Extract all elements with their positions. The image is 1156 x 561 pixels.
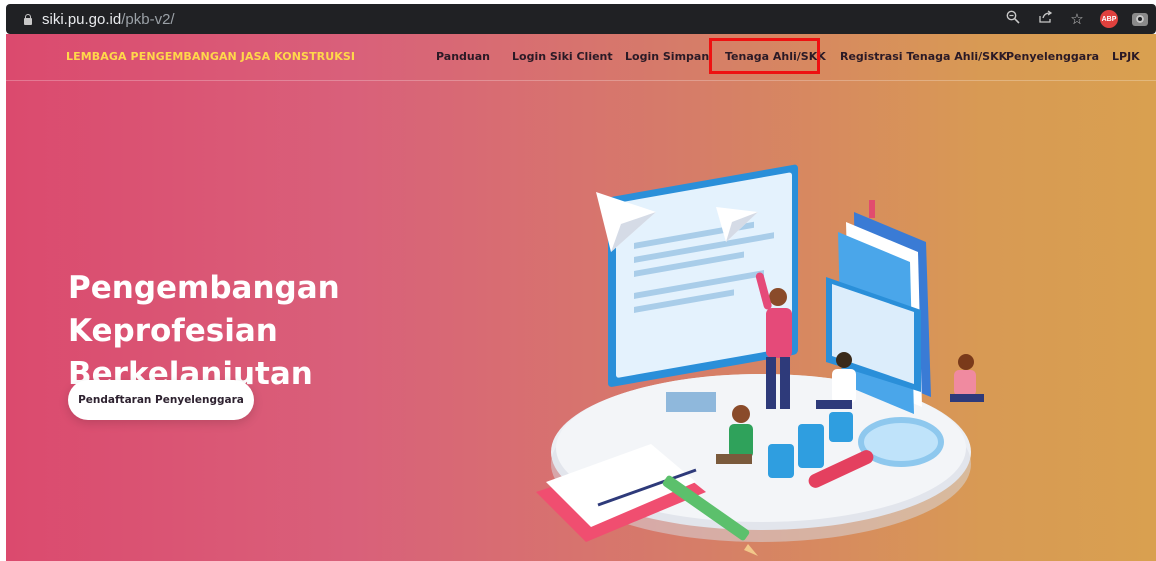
nav-item-login-siki-client[interactable]: Login Siki Client [512,50,613,63]
url-path: /pkb-v2/ [121,10,175,28]
hero-title: Pengembangan Keprofesian Berkelanjutan [68,267,528,396]
nav-item-penyelenggara[interactable]: Penyelenggara [1006,50,1099,63]
url-text[interactable]: siki.pu.go.id/pkb-v2/ [42,11,175,28]
bookmark-star-icon[interactable]: ☆ [1068,10,1086,28]
lock-icon[interactable] [24,13,32,25]
top-navbar: LEMBAGA PENGEMBANGAN JASA KONSTRUKSI Pan… [6,34,1156,81]
brand-link[interactable]: LEMBAGA PENGEMBANGAN JASA KONSTRUKSI [66,50,355,63]
sitting-person-right [950,354,984,402]
learning-illustration [536,164,984,556]
page-content: LEMBAGA PENGEMBANGAN JASA KONSTRUKSI Pan… [6,34,1156,561]
camera-extension-icon[interactable] [1132,12,1148,26]
share-icon[interactable] [1036,10,1054,28]
nav-item-registrasi-tenaga-ahli-skk[interactable]: Registrasi Tenaga Ahli/SKK [840,50,1007,63]
highlight-box [709,38,820,74]
hero-title-line1: Pengembangan Keprofesian [68,270,340,349]
url-host: siki.pu.go.id [42,10,122,28]
address-bar[interactable]: siki.pu.go.id/pkb-v2/ [10,7,990,31]
nav-item-panduan[interactable]: Panduan [436,50,490,63]
nav-item-login-simpan[interactable]: Login Simpan [625,50,709,63]
browser-toolbar: siki.pu.go.id/pkb-v2/ ☆ ABP [6,4,1156,34]
zoom-icon[interactable] [1004,10,1022,28]
nav-item-lpjk[interactable]: LPJK [1112,50,1140,63]
adblock-plus-icon[interactable]: ABP [1100,10,1118,28]
browser-actions: ☆ ABP [1004,7,1148,31]
register-organizer-button[interactable]: Pendaftaran Penyelenggara [68,380,254,420]
